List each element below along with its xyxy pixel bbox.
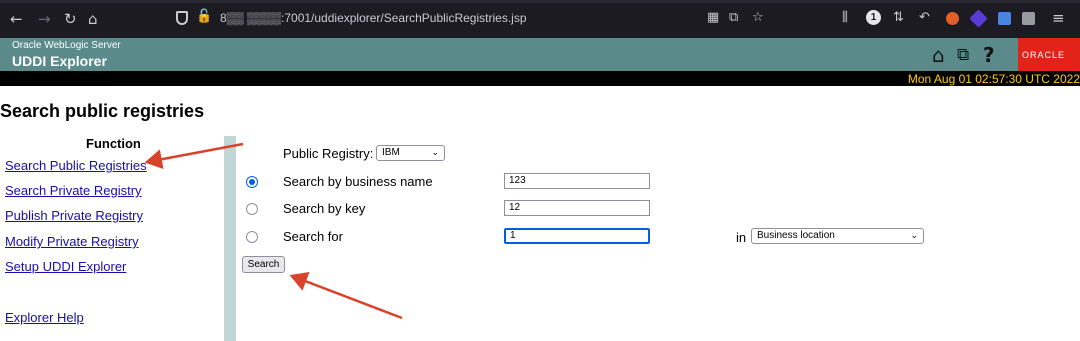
help-icon[interactable]: ? bbox=[983, 44, 995, 66]
search-for-input[interactable]: 1 bbox=[504, 228, 650, 244]
key-label: Search by key bbox=[283, 201, 366, 216]
shield-icon[interactable] bbox=[176, 11, 188, 25]
extension-arrows-icon[interactable]: ⇅ bbox=[893, 10, 904, 26]
translate-icon[interactable]: ⧉ bbox=[729, 10, 738, 26]
tab-strip bbox=[0, 0, 1080, 3]
function-heading: Function bbox=[86, 136, 141, 151]
radio-key[interactable] bbox=[246, 203, 258, 215]
sidebar-link-setup-uddi-explorer[interactable]: Setup UDDI Explorer bbox=[5, 259, 126, 274]
radio-business-name[interactable] bbox=[246, 176, 258, 188]
extension-icon[interactable] bbox=[1022, 12, 1035, 25]
location-select[interactable]: Business location ⌄ bbox=[751, 228, 924, 244]
annotation-arrow-search-button bbox=[289, 272, 403, 320]
chevron-down-icon: ⌄ bbox=[910, 231, 918, 241]
forward-icon[interactable]: → bbox=[38, 10, 51, 28]
bookmark-star-icon[interactable]: ☆ bbox=[752, 10, 764, 26]
location-value: Business location bbox=[757, 230, 835, 241]
app-header bbox=[0, 38, 1080, 71]
sidebar-divider bbox=[224, 136, 236, 341]
business-name-input[interactable]: 123 bbox=[504, 173, 650, 189]
search-button[interactable]: Search bbox=[242, 256, 285, 273]
sidebar-link-modify-private-registry[interactable]: Modify Private Registry bbox=[5, 234, 139, 249]
public-registry-select[interactable]: IBM ⌄ bbox=[376, 145, 445, 161]
public-registry-label: Public Registry: bbox=[283, 146, 374, 161]
windows-icon[interactable]: ⧉ bbox=[957, 44, 969, 66]
insecure-lock-icon[interactable]: 🔓 bbox=[196, 9, 212, 24]
chevron-down-icon: ⌄ bbox=[431, 148, 439, 158]
menu-icon[interactable]: ≡ bbox=[1052, 10, 1065, 26]
url-text[interactable]: 8▒▒ ▒▒▒▒:7001/uddiexplorer/SearchPublicR… bbox=[220, 11, 527, 25]
app-title: UDDI Explorer bbox=[12, 53, 107, 69]
key-input[interactable]: 12 bbox=[504, 200, 650, 216]
sidebar-link-publish-private-registry[interactable]: Publish Private Registry bbox=[5, 208, 143, 223]
extension-translate-icon[interactable] bbox=[998, 12, 1011, 25]
back-icon[interactable]: ← bbox=[10, 10, 23, 28]
qr-code-icon[interactable]: ▦ bbox=[707, 10, 719, 26]
home-icon[interactable]: ⌂ bbox=[932, 44, 945, 66]
home-icon[interactable]: ⌂ bbox=[88, 10, 98, 28]
oracle-logo: ORACLE bbox=[1018, 38, 1080, 71]
public-registry-value: IBM bbox=[382, 147, 400, 158]
search-for-label: Search for bbox=[283, 229, 343, 244]
sidebar-link-search-private-registry[interactable]: Search Private Registry bbox=[5, 183, 142, 198]
extension-fox-icon[interactable] bbox=[946, 12, 959, 25]
product-name: Oracle WebLogic Server bbox=[12, 40, 121, 51]
library-icon[interactable]: ⫼ bbox=[842, 10, 848, 26]
extension-undo-icon[interactable]: ↶ bbox=[919, 10, 930, 26]
reload-icon[interactable]: ↻ bbox=[64, 10, 77, 28]
sidebar-link-explorer-help[interactable]: Explorer Help bbox=[5, 310, 84, 325]
sidebar-link-search-public-registries[interactable]: Search Public Registries bbox=[5, 158, 147, 173]
page-title: Search public registries bbox=[0, 101, 205, 121]
server-datetime: Mon Aug 01 02:57:30 UTC 2022 bbox=[907, 72, 1080, 86]
account-badge-icon[interactable]: 1 bbox=[866, 10, 881, 25]
radio-search-for[interactable] bbox=[246, 231, 258, 243]
business-name-label: Search by business name bbox=[283, 174, 433, 189]
in-label: in bbox=[736, 230, 747, 245]
